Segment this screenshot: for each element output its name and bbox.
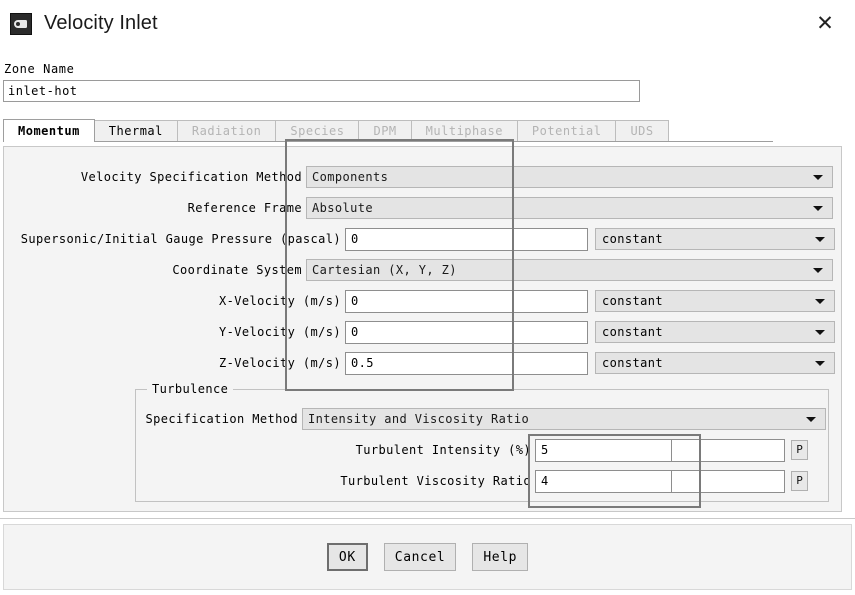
- chevron-down-icon: [806, 417, 816, 422]
- row-x-velocity: X-Velocity (m/s) 0 constant: [4, 289, 835, 313]
- tab-dpm[interactable]: DPM: [358, 120, 412, 141]
- page-title: Velocity Inlet: [44, 12, 158, 34]
- tab-thermal[interactable]: Thermal: [93, 120, 178, 141]
- reference-frame-label: Reference Frame: [187, 201, 302, 215]
- supersonic-initial-gauge-pressure-input[interactable]: 0: [345, 227, 588, 251]
- close-icon[interactable]: ✕: [809, 8, 841, 38]
- tab-potential[interactable]: Potential: [516, 120, 617, 141]
- dialog-footer: OK Cancel Help: [3, 524, 852, 590]
- tab-uds[interactable]: UDS: [615, 120, 669, 141]
- velocity-specification-method-label: Velocity Specification Method: [80, 170, 302, 184]
- tab-bar: Momentum Thermal Radiation Species DPM M…: [3, 119, 773, 142]
- turbulent-intensity-parameter-button[interactable]: P: [791, 440, 808, 460]
- turbulent-viscosity-ratio-parameter-button[interactable]: P: [791, 471, 808, 491]
- chevron-down-icon: [813, 206, 823, 211]
- ok-button[interactable]: OK: [326, 543, 368, 571]
- y-velocity-label: Y-Velocity (m/s): [219, 325, 341, 339]
- chevron-down-icon: [815, 237, 825, 242]
- velocity-specification-method-value: Components: [312, 170, 389, 184]
- chevron-down-icon: [815, 361, 825, 366]
- chevron-down-icon: [815, 330, 825, 335]
- reference-frame-value: Absolute: [312, 201, 373, 215]
- fluent-app-icon: [10, 12, 32, 35]
- y-velocity-profile-dropdown[interactable]: constant: [595, 321, 835, 343]
- turbulent-intensity-label: Turbulent Intensity (%): [355, 443, 531, 457]
- help-button[interactable]: Help: [472, 543, 529, 571]
- row-velocity-specification-method: Velocity Specification Method Components: [4, 165, 835, 189]
- coordinate-system-value: Cartesian (X, Y, Z): [312, 263, 457, 277]
- turbulent-viscosity-ratio-input[interactable]: 4: [535, 469, 672, 493]
- row-turbulent-intensity: Turbulent Intensity (%) 5 P: [135, 438, 829, 462]
- x-velocity-profile-value: constant: [602, 294, 663, 308]
- tab-momentum[interactable]: Momentum: [3, 119, 95, 142]
- y-velocity-input[interactable]: 0: [345, 320, 588, 344]
- z-velocity-profile-dropdown[interactable]: constant: [595, 352, 835, 374]
- supersonic-initial-gauge-pressure-label: Supersonic/Initial Gauge Pressure (pasca…: [20, 232, 341, 246]
- turbulent-viscosity-ratio-label: Turbulent Viscosity Ratio: [340, 474, 531, 488]
- row-y-velocity: Y-Velocity (m/s) 0 constant: [4, 320, 835, 344]
- turbulence-specification-method-label: Specification Method: [145, 412, 298, 426]
- z-velocity-label: Z-Velocity (m/s): [219, 356, 341, 370]
- turbulent-viscosity-ratio-extra-field[interactable]: [672, 469, 785, 493]
- title-bar: Velocity Inlet ✕: [0, 0, 855, 47]
- tab-multiphase[interactable]: Multiphase: [410, 120, 518, 141]
- z-velocity-input[interactable]: 0.5: [345, 351, 588, 375]
- z-velocity-profile-value: constant: [602, 356, 663, 370]
- turbulence-specification-method-dropdown[interactable]: Intensity and Viscosity Ratio: [302, 408, 826, 430]
- coordinate-system-label: Coordinate System: [172, 263, 302, 277]
- reference-frame-dropdown[interactable]: Absolute: [306, 197, 833, 219]
- momentum-panel: Velocity Specification Method Components…: [3, 146, 842, 512]
- row-coordinate-system: Coordinate System Cartesian (X, Y, Z): [4, 258, 835, 282]
- x-velocity-label: X-Velocity (m/s): [219, 294, 341, 308]
- row-reference-frame: Reference Frame Absolute: [4, 196, 835, 220]
- chevron-down-icon: [813, 268, 823, 273]
- footer-divider: [0, 518, 855, 522]
- supersonic-initial-gauge-pressure-profile-dropdown[interactable]: constant: [595, 228, 835, 250]
- x-velocity-profile-dropdown[interactable]: constant: [595, 290, 835, 312]
- row-supersonic-initial-gauge-pressure: Supersonic/Initial Gauge Pressure (pasca…: [4, 227, 835, 251]
- row-turbulence-specification-method: Specification Method Intensity and Visco…: [135, 407, 829, 431]
- chevron-down-icon: [813, 175, 823, 180]
- zone-name-label: Zone Name: [4, 62, 75, 76]
- velocity-specification-method-dropdown[interactable]: Components: [306, 166, 833, 188]
- row-turbulent-viscosity-ratio: Turbulent Viscosity Ratio 4 P: [135, 469, 829, 493]
- y-velocity-profile-value: constant: [602, 325, 663, 339]
- turbulent-intensity-extra-field[interactable]: [672, 438, 785, 462]
- turbulence-group-label: Turbulence: [147, 382, 234, 396]
- chevron-down-icon: [815, 299, 825, 304]
- coordinate-system-dropdown[interactable]: Cartesian (X, Y, Z): [306, 259, 833, 281]
- cancel-button[interactable]: Cancel: [383, 543, 457, 571]
- supersonic-initial-gauge-pressure-profile-value: constant: [602, 232, 663, 246]
- tab-species[interactable]: Species: [275, 120, 360, 141]
- row-z-velocity: Z-Velocity (m/s) 0.5 constant: [4, 351, 835, 375]
- x-velocity-input[interactable]: 0: [345, 289, 588, 313]
- turbulent-intensity-input[interactable]: 5: [535, 438, 672, 462]
- tab-radiation[interactable]: Radiation: [176, 120, 277, 141]
- zone-name-input[interactable]: inlet-hot: [3, 80, 640, 102]
- turbulence-specification-method-value: Intensity and Viscosity Ratio: [308, 412, 530, 426]
